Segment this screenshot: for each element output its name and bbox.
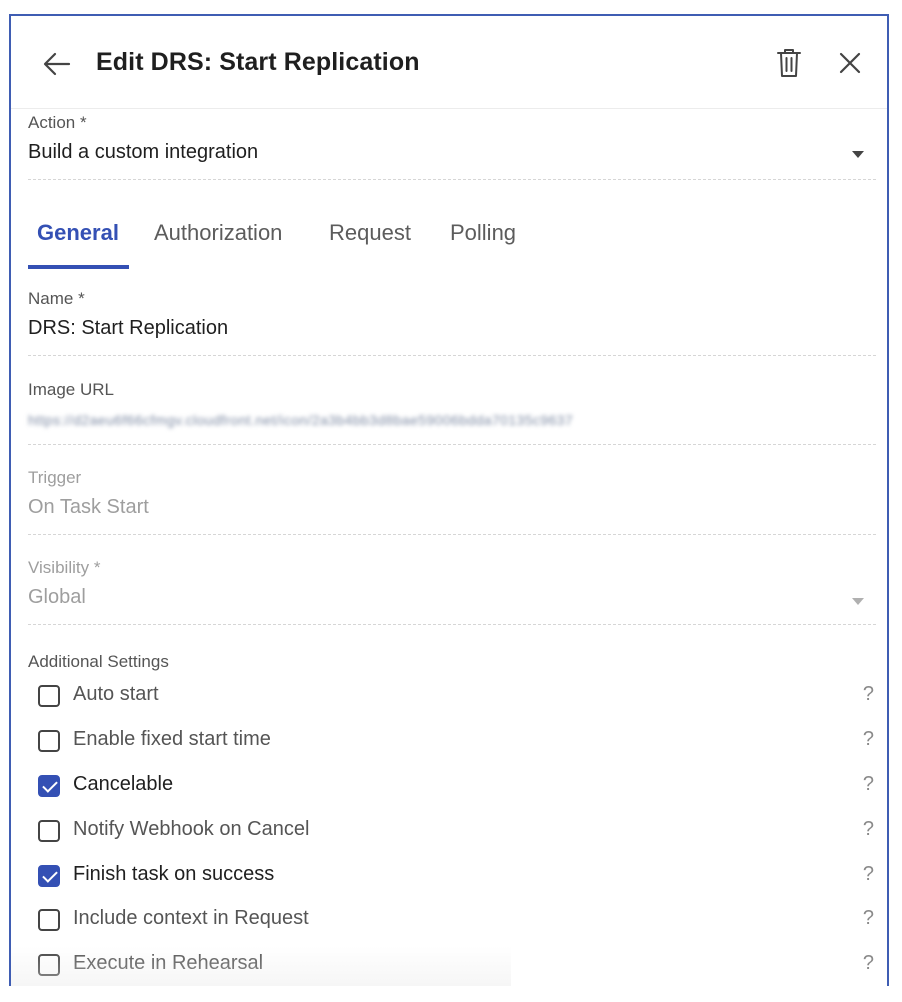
finish-task-checkbox[interactable]: [38, 865, 60, 887]
setting-label: Notify Webhook on Cancel: [73, 818, 310, 840]
setting-finish-task: Finish task on success ?: [38, 863, 874, 893]
image-url-label: Image URL: [28, 380, 114, 399]
help-icon[interactable]: ?: [863, 773, 874, 796]
edit-integration-panel: Edit DRS: Start Replication Action * Bui…: [9, 14, 889, 986]
trash-icon[interactable]: [773, 46, 805, 80]
setting-include-context: Include context in Request ?: [38, 907, 874, 937]
name-value: DRS: Start Replication: [28, 317, 229, 339]
image-url-field[interactable]: Image URL https://d2aeu6f66cfmgv.cloudfr…: [28, 380, 876, 450]
setting-auto-start: Auto start ?: [38, 683, 874, 713]
setting-label: Execute in Rehearsal: [73, 952, 264, 974]
include-context-checkbox[interactable]: [38, 909, 60, 931]
help-icon[interactable]: ?: [863, 907, 874, 930]
setting-label: Finish task on success: [73, 863, 275, 885]
chevron-down-icon: [852, 151, 864, 158]
fixed-start-time-checkbox[interactable]: [38, 730, 60, 752]
auto-start-checkbox[interactable]: [38, 685, 60, 707]
setting-fixed-start-time: Enable fixed start time ?: [38, 728, 874, 758]
tab-polling[interactable]: Polling: [450, 220, 516, 246]
tab-request[interactable]: Request: [329, 220, 411, 246]
tab-general[interactable]: General: [37, 220, 119, 246]
name-field[interactable]: Name * DRS: Start Replication: [28, 289, 876, 359]
divider: [28, 534, 876, 535]
setting-label: Include context in Request: [73, 907, 309, 929]
help-icon[interactable]: ?: [863, 818, 874, 841]
action-value: Build a custom integration: [28, 141, 259, 163]
setting-label: Enable fixed start time: [73, 728, 271, 750]
trigger-value: On Task Start: [28, 496, 149, 518]
visibility-value: Global: [28, 586, 86, 608]
help-icon[interactable]: ?: [863, 863, 874, 886]
trigger-field: Trigger On Task Start: [28, 468, 876, 538]
execute-rehearsal-checkbox[interactable]: [38, 954, 60, 976]
visibility-label: Visibility *: [28, 558, 101, 577]
setting-label: Cancelable: [73, 773, 174, 795]
trigger-label: Trigger: [28, 468, 82, 487]
panel-header: Edit DRS: Start Replication: [11, 16, 887, 109]
setting-notify-webhook: Notify Webhook on Cancel ?: [38, 818, 874, 848]
setting-label: Auto start: [73, 683, 159, 705]
chevron-down-icon: [852, 598, 864, 605]
visibility-select: Visibility * Global: [28, 558, 876, 628]
additional-settings: Additional Settings Auto start ? Enable …: [28, 652, 876, 976]
additional-settings-label: Additional Settings: [28, 652, 169, 671]
cancelable-checkbox[interactable]: [38, 775, 60, 797]
divider: [28, 624, 876, 625]
action-label: Action *: [28, 113, 87, 132]
divider: [28, 355, 876, 356]
help-icon[interactable]: ?: [863, 952, 874, 975]
arrow-left-icon[interactable]: [41, 48, 73, 80]
tab-authorization[interactable]: Authorization: [154, 220, 282, 246]
notify-webhook-checkbox[interactable]: [38, 820, 60, 842]
divider: [28, 179, 876, 180]
setting-execute-rehearsal: Execute in Rehearsal ?: [38, 952, 874, 982]
close-icon[interactable]: [835, 48, 865, 78]
page-title: Edit DRS: Start Replication: [96, 48, 420, 76]
active-tab-indicator: [28, 265, 129, 269]
divider: [28, 444, 876, 445]
help-icon[interactable]: ?: [863, 728, 874, 751]
name-label: Name *: [28, 289, 85, 308]
help-icon[interactable]: ?: [863, 683, 874, 706]
image-url-value: https://d2aeu6f66cfmgv.cloudfront.net/ic…: [28, 412, 574, 428]
setting-cancelable: Cancelable ?: [38, 773, 874, 803]
action-select[interactable]: Action * Build a custom integration: [28, 113, 876, 183]
